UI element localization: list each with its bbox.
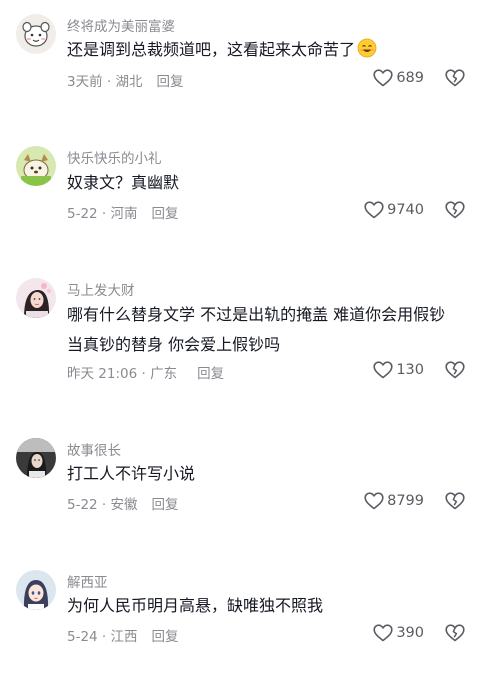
like-button[interactable]: 689 xyxy=(373,69,424,87)
comment-time-location: 昨天 21:06 · 广东 xyxy=(67,366,178,382)
like-count: 689 xyxy=(396,70,424,86)
like-count: 9740 xyxy=(387,202,424,218)
comment-time-location: 5-24 · 江西 xyxy=(67,629,138,645)
reply-button[interactable]: 回复 xyxy=(156,70,183,90)
comment-list: 终将成为美丽富婆 还是调到总裁频道吧，这看起来太命苦了 3天前 · 湖北 回复 … xyxy=(0,0,490,677)
comment-item: 快乐快乐的小礼 奴隶文？真幽默 5-22 · 河南 回复 9740 xyxy=(0,132,490,252)
reply-button[interactable]: 回复 xyxy=(152,625,179,645)
comment-time-location: 5-22 · 安徽 xyxy=(67,497,138,513)
broken-heart-icon xyxy=(445,624,465,642)
comment-meta: 昨天 21:06 · 广东 回复 xyxy=(67,362,224,382)
comment-username[interactable]: 终将成为美丽富婆 xyxy=(67,15,175,35)
like-button[interactable]: 130 xyxy=(373,361,424,379)
reply-button[interactable]: 回复 xyxy=(152,493,179,513)
like-button[interactable]: 8799 xyxy=(364,492,424,510)
comment-text-content: 还是调到总裁频道吧，这看起来太命苦了 xyxy=(67,40,356,59)
heart-icon xyxy=(364,492,384,510)
comment-text: 哪有什么替身文学 不过是出轨的掩盖 难道你会用假钞 当真钞的替身 你会爱上假钞吗 xyxy=(67,305,446,354)
heart-icon xyxy=(373,69,393,87)
dislike-button[interactable] xyxy=(445,492,465,510)
portrait-avatar-icon xyxy=(16,438,56,478)
reply-button[interactable]: 回复 xyxy=(197,362,224,382)
cartoon-avatar-icon xyxy=(16,14,56,54)
like-count: 390 xyxy=(396,625,424,641)
dislike-button[interactable] xyxy=(445,201,465,219)
broken-heart-icon xyxy=(445,492,465,510)
heart-icon xyxy=(364,201,384,219)
like-button[interactable]: 9740 xyxy=(364,201,424,219)
comment-item: 终将成为美丽富婆 还是调到总裁频道吧，这看起来太命苦了 3天前 · 湖北 回复 … xyxy=(0,0,490,120)
reply-button[interactable]: 回复 xyxy=(152,202,179,222)
heart-icon xyxy=(373,624,393,642)
comment-item: 马上发大财 哪有什么替身文学 不过是出轨的掩盖 难道你会用假钞 当真钞的替身 你… xyxy=(0,264,490,414)
avatar[interactable] xyxy=(16,570,56,610)
broken-heart-icon xyxy=(445,201,465,219)
like-count: 130 xyxy=(396,362,424,378)
like-button[interactable]: 390 xyxy=(373,624,424,642)
comment-time-location: 3天前 · 湖北 xyxy=(67,74,143,90)
like-count: 8799 xyxy=(387,493,424,509)
comment-username[interactable]: 解西亚 xyxy=(67,571,108,591)
avatar[interactable] xyxy=(16,146,56,186)
comment-item: 故事很长 打工人不许写小说 5-22 · 安徽 回复 8799 xyxy=(0,424,490,544)
comment-meta: 3天前 · 湖北 回复 xyxy=(67,70,183,90)
broken-heart-icon xyxy=(445,361,465,379)
dislike-button[interactable] xyxy=(445,361,465,379)
comment-text: 还是调到总裁频道吧，这看起来太命苦了 xyxy=(67,35,472,65)
dislike-button[interactable] xyxy=(445,69,465,87)
heart-icon xyxy=(373,361,393,379)
dislike-button[interactable] xyxy=(445,624,465,642)
avatar[interactable] xyxy=(16,438,56,478)
portrait-avatar-icon xyxy=(16,278,56,318)
comment-meta: 5-22 · 安徽 回复 xyxy=(67,493,179,513)
comment-username[interactable]: 故事很长 xyxy=(67,439,121,459)
comment-meta: 5-22 · 河南 回复 xyxy=(67,202,179,222)
comment-time-location: 5-22 · 河南 xyxy=(67,206,138,222)
comment-username[interactable]: 马上发大财 xyxy=(67,279,135,299)
comment-meta: 5-24 · 江西 回复 xyxy=(67,625,179,645)
broken-heart-icon xyxy=(445,69,465,87)
cartoon-dog-avatar-icon xyxy=(16,146,56,186)
anime-girl-avatar-icon xyxy=(16,570,56,610)
comment-text: 打工人不许写小说 xyxy=(67,464,196,483)
comment-username[interactable]: 快乐快乐的小礼 xyxy=(67,147,162,167)
avatar[interactable] xyxy=(16,14,56,54)
comment-text: 奴隶文？真幽默 xyxy=(67,173,180,192)
comment-item: 解西亚 为何人民币明月高悬，缺唯独不照我 5-24 · 江西 回复 390 xyxy=(0,556,490,677)
avatar[interactable] xyxy=(16,278,56,318)
smiling-face-emoji-icon xyxy=(357,38,377,58)
comment-text: 为何人民币明月高悬，缺唯独不照我 xyxy=(67,596,324,615)
